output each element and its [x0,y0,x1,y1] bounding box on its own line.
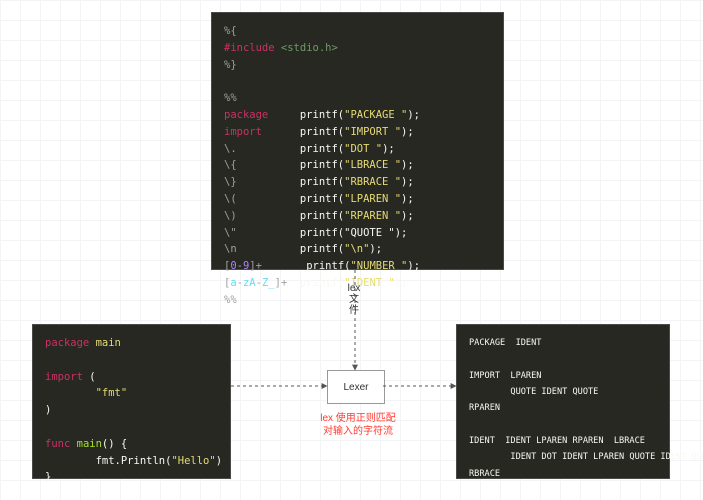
lexer-node-label: Lexer [343,382,368,393]
lexer-caption: lex 使用正则匹配对输入的字符流 [313,412,403,438]
lexer-node: Lexer [327,370,385,404]
go-source-code-block: package main import ( "fmt" ) func main(… [32,324,231,479]
lex-file-label: lex文件 [347,283,361,316]
token-output-block: PACKAGE IDENT IMPORT LPAREN QUOTE IDENT … [456,324,670,479]
lex-spec-code-block: %{ #include <stdio.h> %} %% package prin… [211,12,504,270]
